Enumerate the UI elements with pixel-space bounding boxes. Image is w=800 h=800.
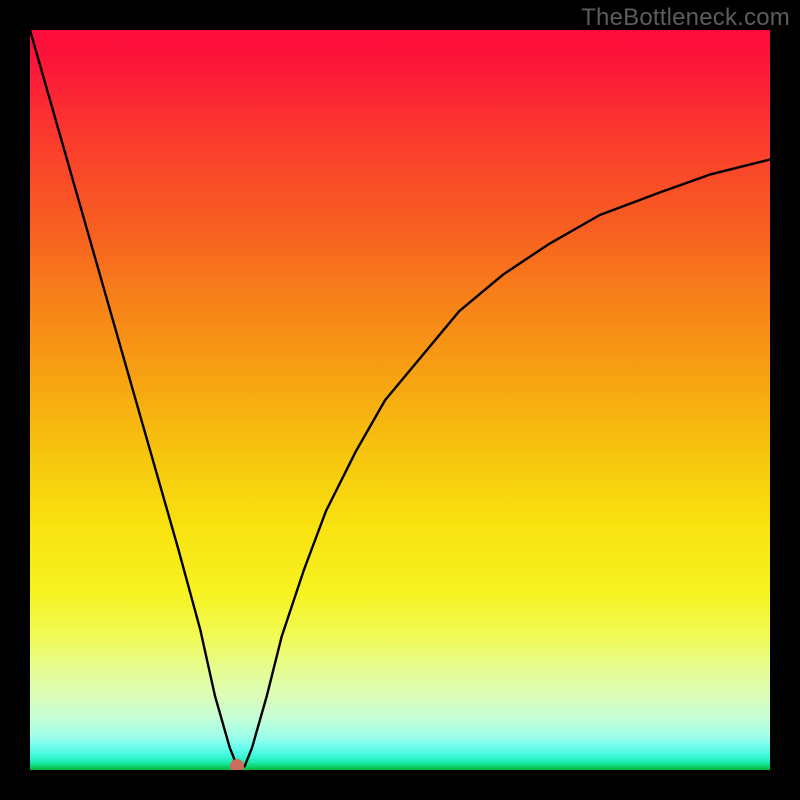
marker-dot [230,759,244,770]
chart-frame: TheBottleneck.com [0,0,800,800]
curve-svg [30,30,770,770]
plot-area [30,30,770,770]
watermark-text: TheBottleneck.com [581,4,790,32]
bottleneck-curve [30,30,770,766]
